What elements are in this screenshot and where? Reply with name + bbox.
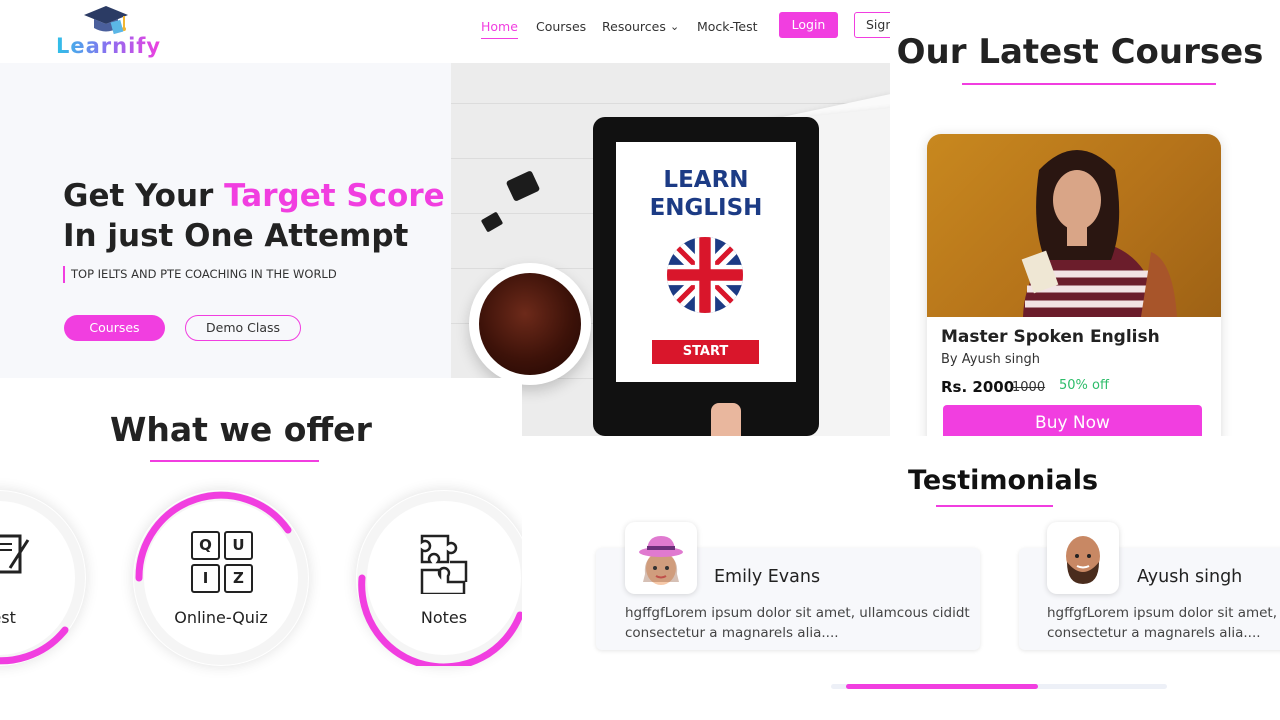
course-author: By Ayush singh — [941, 352, 1040, 367]
testimonial-text-line: consectetur a magnarels alia.... — [625, 625, 839, 641]
mock-test-icon — [0, 534, 30, 574]
title-underline — [150, 460, 319, 462]
hero-title: Get Your Target Score In just One Attemp… — [63, 176, 463, 256]
testimonial-name: Emily Evans — [714, 567, 821, 587]
testimonials-title: Testimonials — [908, 465, 1099, 496]
testimonial-text-line: hgffgfLorem ipsum dolor sit amet, ullamc… — [625, 605, 970, 621]
offer-label: Online-Quiz — [174, 608, 268, 627]
binder-clip-icon — [505, 170, 541, 202]
puzzle-icon — [420, 534, 468, 594]
man-avatar-icon — [1047, 522, 1119, 594]
nav-resources[interactable]: Resources — [602, 19, 666, 34]
hero-title-part2: In just One Attempt — [63, 218, 409, 254]
tablet-heading: LEARN ENGLISH — [616, 166, 796, 222]
latest-courses-title: Our Latest Courses — [896, 32, 1264, 72]
course-card[interactable]: Master Spoken English By Ayush singh Rs.… — [927, 134, 1221, 436]
nav-mock-test[interactable]: Mock-Test — [697, 19, 758, 34]
offer-title: What we offer — [110, 410, 372, 449]
top-navbar: Learnify Home Courses Resources ⌄ Mock-T… — [0, 0, 890, 63]
title-underline — [936, 505, 1053, 507]
testimonial-name: Ayush singh — [1137, 567, 1243, 587]
offer-item-mock-test[interactable]: -Test — [0, 490, 86, 666]
quiz-letter: U — [224, 531, 253, 560]
testimonial-text: hgffgfLorem ipsum dolor sit amet, ullamc… — [625, 603, 1025, 643]
chevron-down-icon[interactable]: ⌄ — [670, 20, 679, 33]
carousel-scroll-thumb[interactable] — [846, 684, 1038, 689]
login-button[interactable]: Login — [779, 12, 838, 38]
hero-title-part1: Get Your — [63, 178, 225, 214]
course-old-price: 1000 — [1012, 380, 1046, 395]
course-image — [927, 134, 1221, 317]
tablet-start-button: START — [652, 340, 759, 364]
offer-item-online-quiz[interactable]: Q U I Z Online-Quiz — [133, 490, 309, 666]
quiz-letter: I — [191, 564, 220, 593]
brand-logo[interactable]: Learnify — [56, 4, 166, 58]
course-price: Rs. 2000 — [941, 378, 1015, 396]
nav-home[interactable]: Home — [481, 19, 518, 39]
quiz-icon: Q U I Z — [191, 531, 253, 593]
binder-clip-icon — [480, 211, 504, 233]
hero-title-highlight: Target Score — [224, 178, 445, 214]
offer-label: Notes — [420, 608, 468, 627]
progress-ring — [0, 491, 85, 665]
offer-label: -Test — [0, 608, 16, 627]
brand-wordmark: Learnify — [56, 34, 162, 58]
offer-panel: What we offer -Test Q U I — [0, 378, 522, 720]
course-discount: 50% off — [1059, 378, 1109, 393]
collage-stage: Learnify Home Courses Resources ⌄ Mock-T… — [0, 0, 1280, 720]
testimonial-text-line: hgffgfLorem ipsum dolor sit amet, ull — [1047, 605, 1280, 621]
nav-courses[interactable]: Courses — [536, 19, 586, 34]
signup-button[interactable]: Sign — [854, 12, 890, 38]
testimonial-text-line: consectetur a magnarels alia.... — [1047, 625, 1261, 641]
quiz-letter: Z — [224, 564, 253, 593]
hero-demo-class-button[interactable]: Demo Class — [185, 315, 301, 341]
course-title[interactable]: Master Spoken English — [941, 327, 1160, 347]
offer-item-notes[interactable]: Notes — [356, 490, 522, 666]
title-underline — [962, 83, 1216, 85]
graduation-cap-icon — [84, 6, 128, 35]
hand — [711, 403, 741, 436]
coffee — [479, 273, 581, 375]
tablet-heading-line2: ENGLISH — [649, 195, 763, 221]
hero-courses-button[interactable]: Courses — [64, 315, 165, 341]
quiz-letter: Q — [191, 531, 220, 560]
buy-now-button[interactable]: Buy Now — [943, 405, 1202, 436]
tablet-heading-line1: LEARN — [663, 167, 749, 193]
uk-flag-icon — [667, 237, 743, 313]
woman-avatar-icon — [625, 522, 697, 594]
testimonials-panel: Testimonials Emily Evans hgffgfLorem ips… — [522, 436, 1280, 720]
testimonial-text: hgffgfLorem ipsum dolor sit amet, ull co… — [1047, 603, 1280, 643]
latest-courses-panel: Our Latest Courses Master Spoken English… — [890, 0, 1280, 436]
hero-subtitle: TOP IELTS AND PTE COACHING IN THE WORLD — [63, 266, 337, 283]
student-photo-icon — [1021, 150, 1177, 317]
